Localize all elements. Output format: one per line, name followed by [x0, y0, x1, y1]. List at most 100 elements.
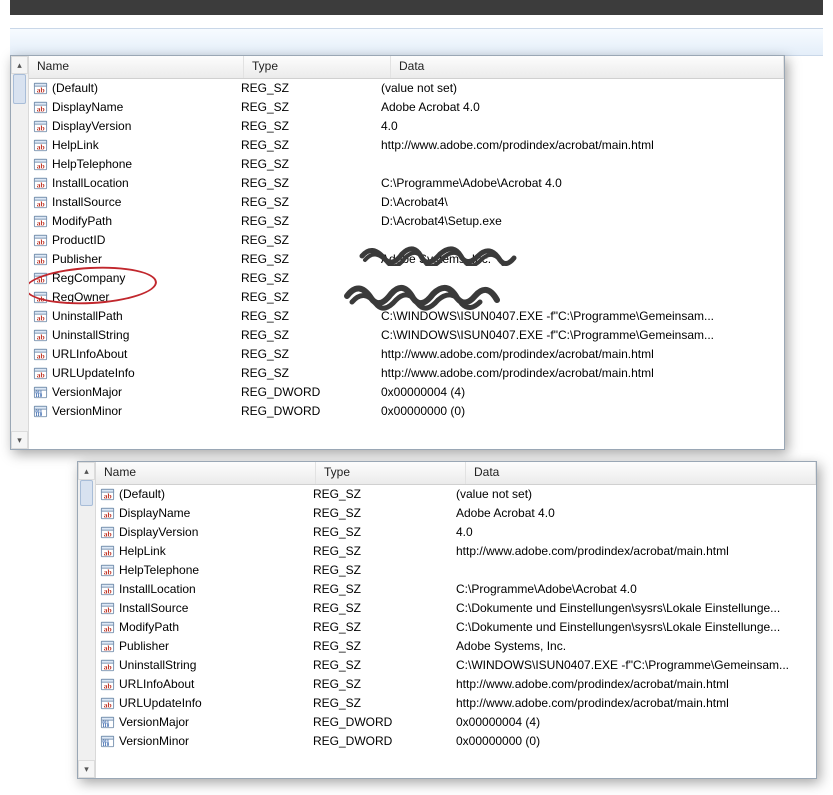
binary-value-icon: [100, 715, 115, 730]
registry-value-row[interactable]: ModifyPathREG_SZD:\Acrobat4\Setup.exe: [29, 212, 784, 231]
registry-value-row[interactable]: VersionMinorREG_DWORD0x00000000 (0): [29, 402, 784, 421]
registry-value-row[interactable]: URLUpdateInfoREG_SZhttp://www.adobe.com/…: [29, 364, 784, 383]
registry-value-row[interactable]: PublisherREG_SZAdobe Systems, Inc.: [29, 250, 784, 269]
value-data: http://www.adobe.com/prodindex/acrobat/m…: [452, 694, 816, 713]
registry-value-row[interactable]: HelpLinkREG_SZhttp://www.adobe.com/prodi…: [29, 136, 784, 155]
string-value-icon: [33, 214, 48, 229]
registry-value-row[interactable]: RegCompany REG_SZ: [29, 269, 784, 288]
value-name: RegCompany: [52, 269, 125, 288]
value-data: http://www.adobe.com/prodindex/acrobat/m…: [452, 675, 816, 694]
scroll-thumb[interactable]: [13, 74, 26, 104]
registry-value-row[interactable]: PublisherREG_SZAdobe Systems, Inc.: [96, 637, 816, 656]
value-name: UninstallString: [119, 656, 196, 675]
scroll-up-icon[interactable]: ▴: [78, 462, 95, 480]
column-header-name[interactable]: Name: [29, 56, 244, 78]
value-data: D:\Acrobat4\: [377, 193, 784, 212]
registry-value-row[interactable]: HelpLinkREG_SZhttp://www.adobe.com/prodi…: [96, 542, 816, 561]
value-type: REG_SZ: [237, 174, 377, 193]
registry-value-row[interactable]: VersionMajorREG_DWORD0x00000004 (4): [29, 383, 784, 402]
registry-value-row[interactable]: VersionMinorREG_DWORD0x00000000 (0): [96, 732, 816, 751]
scroll-down-icon[interactable]: ▾: [11, 431, 28, 449]
value-name: Publisher: [119, 637, 169, 656]
registry-value-row[interactable]: UninstallStringREG_SZC:\WINDOWS\ISUN0407…: [96, 656, 816, 675]
scroll-thumb[interactable]: [80, 480, 93, 506]
registry-rows-1: (Default)REG_SZ(value not set)DisplayNam…: [29, 79, 784, 421]
binary-value-icon: [100, 734, 115, 749]
value-data: D:\Acrobat4\Setup.exe: [377, 212, 784, 231]
column-header-type[interactable]: Type: [244, 56, 391, 78]
column-header-row: Name Type Data: [96, 462, 816, 485]
registry-value-row[interactable]: InstallLocationREG_SZC:\Programme\Adobe\…: [96, 580, 816, 599]
registry-value-row[interactable]: VersionMajorREG_DWORD0x00000004 (4): [96, 713, 816, 732]
registry-value-row[interactable]: URLInfoAboutREG_SZhttp://www.adobe.com/p…: [96, 675, 816, 694]
value-data: http://www.adobe.com/prodindex/acrobat/m…: [377, 345, 784, 364]
registry-panel-1: ▴ ▾ Name Type Data (Default)REG_SZ(value…: [10, 55, 785, 450]
registry-value-row[interactable]: DisplayVersionREG_SZ4.0: [29, 117, 784, 136]
value-data: [377, 231, 784, 250]
value-name: UninstallString: [52, 326, 129, 345]
registry-value-row[interactable]: DisplayVersionREG_SZ4.0: [96, 523, 816, 542]
value-name: InstallSource: [52, 193, 121, 212]
value-data: C:\WINDOWS\ISUN0407.EXE -f"C:\Programme\…: [377, 326, 784, 345]
value-name: VersionMinor: [52, 402, 122, 421]
string-value-icon: [100, 563, 115, 578]
scroll-down-icon[interactable]: ▾: [78, 760, 95, 778]
string-value-icon: [100, 525, 115, 540]
registry-value-row[interactable]: (Default)REG_SZ(value not set): [29, 79, 784, 98]
value-name: ModifyPath: [52, 212, 112, 231]
registry-value-row[interactable]: UninstallStringREG_SZC:\WINDOWS\ISUN0407…: [29, 326, 784, 345]
registry-value-row[interactable]: (Default)REG_SZ(value not set): [96, 485, 816, 504]
value-data: [377, 288, 784, 307]
column-header-data[interactable]: Data: [391, 56, 784, 78]
value-type: REG_DWORD: [309, 713, 452, 732]
value-data: [452, 561, 816, 580]
value-data: 4.0: [452, 523, 816, 542]
value-name: VersionMinor: [119, 732, 189, 751]
string-value-icon: [100, 677, 115, 692]
registry-value-row[interactable]: HelpTelephoneREG_SZ: [96, 561, 816, 580]
registry-value-row[interactable]: URLInfoAboutREG_SZhttp://www.adobe.com/p…: [29, 345, 784, 364]
value-name: UninstallPath: [52, 307, 123, 326]
scrollbar-left-2[interactable]: ▴ ▾: [78, 462, 96, 778]
registry-value-row[interactable]: HelpTelephoneREG_SZ: [29, 155, 784, 174]
value-data: C:\Dokumente und Einstellungen\sysrs\Lok…: [452, 618, 816, 637]
string-value-icon: [33, 233, 48, 248]
value-type: REG_SZ: [309, 485, 452, 504]
value-type: REG_DWORD: [237, 383, 377, 402]
string-value-icon: [33, 347, 48, 362]
string-value-icon: [100, 658, 115, 673]
value-name: InstallLocation: [119, 580, 196, 599]
registry-value-row[interactable]: DisplayNameREG_SZAdobe Acrobat 4.0: [29, 98, 784, 117]
registry-value-row[interactable]: RegOwnerREG_SZ: [29, 288, 784, 307]
string-value-icon: [100, 601, 115, 616]
value-type: REG_SZ: [237, 269, 377, 288]
registry-value-row[interactable]: URLUpdateInfoREG_SZhttp://www.adobe.com/…: [96, 694, 816, 713]
registry-value-row[interactable]: ModifyPathREG_SZC:\Dokumente und Einstel…: [96, 618, 816, 637]
column-header-name[interactable]: Name: [96, 462, 316, 484]
scroll-up-icon[interactable]: ▴: [11, 56, 28, 74]
value-type: REG_SZ: [237, 98, 377, 117]
registry-value-row[interactable]: InstallLocationREG_SZC:\Programme\Adobe\…: [29, 174, 784, 193]
value-name: ProductID: [52, 231, 105, 250]
registry-value-row[interactable]: UninstallPathREG_SZC:\WINDOWS\ISUN0407.E…: [29, 307, 784, 326]
column-header-data[interactable]: Data: [466, 462, 816, 484]
value-type: REG_SZ: [309, 561, 452, 580]
value-type: REG_SZ: [237, 117, 377, 136]
registry-value-row[interactable]: InstallSourceREG_SZD:\Acrobat4\: [29, 193, 784, 212]
column-header-type[interactable]: Type: [316, 462, 466, 484]
registry-value-row[interactable]: InstallSourceREG_SZC:\Dokumente und Eins…: [96, 599, 816, 618]
value-name: HelpTelephone: [52, 155, 132, 174]
registry-value-row[interactable]: DisplayNameREG_SZAdobe Acrobat 4.0: [96, 504, 816, 523]
value-type: REG_SZ: [309, 637, 452, 656]
value-data: 0x00000000 (0): [377, 402, 784, 421]
string-value-icon: [33, 290, 48, 305]
string-value-icon: [100, 696, 115, 711]
value-name: HelpLink: [52, 136, 99, 155]
value-name: Publisher: [52, 250, 102, 269]
registry-value-row[interactable]: ProductIDREG_SZ: [29, 231, 784, 250]
value-type: REG_SZ: [309, 656, 452, 675]
value-data: http://www.adobe.com/prodindex/acrobat/m…: [377, 364, 784, 383]
scrollbar-left-1[interactable]: ▴ ▾: [11, 56, 29, 449]
string-value-icon: [33, 119, 48, 134]
value-type: REG_SZ: [309, 542, 452, 561]
